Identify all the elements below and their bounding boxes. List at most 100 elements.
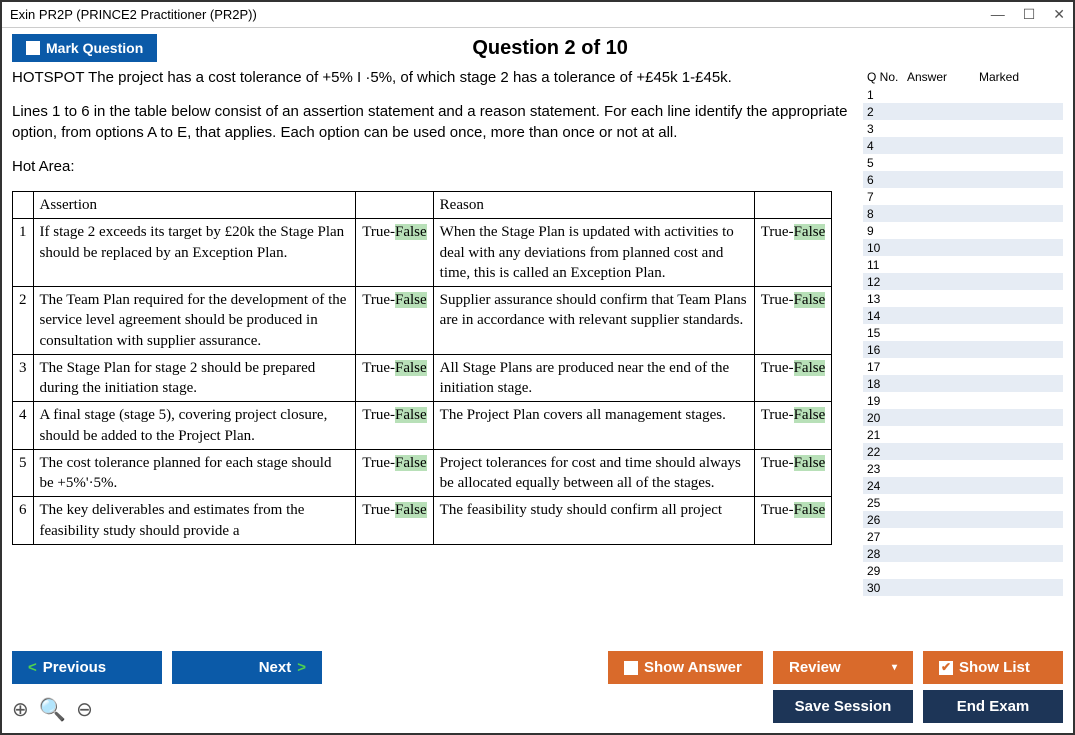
list-item[interactable]: 16 (863, 341, 1063, 358)
reason-tf[interactable]: True-False (754, 449, 831, 497)
list-item[interactable]: 5 (863, 154, 1063, 171)
chevron-left-icon: < (28, 659, 37, 676)
show-answer-button[interactable]: Show Answer (608, 651, 763, 684)
main-area: HOTSPOT The project has a cost tolerance… (12, 68, 1063, 643)
reason-tf[interactable]: True-False (754, 219, 831, 287)
mark-label: Mark Question (46, 40, 143, 56)
save-label: Save Session (795, 698, 892, 715)
list-item[interactable]: 15 (863, 324, 1063, 341)
list-item[interactable]: 19 (863, 392, 1063, 409)
list-item[interactable]: 12 (863, 273, 1063, 290)
list-item[interactable]: 29 (863, 562, 1063, 579)
reason-tf[interactable]: True-False (754, 497, 831, 545)
close-icon[interactable]: ✕ (1053, 6, 1065, 23)
list-item[interactable]: 10 (863, 239, 1063, 256)
list-item[interactable]: 17 (863, 358, 1063, 375)
list-item[interactable]: 7 (863, 188, 1063, 205)
window-controls: — ☐ ✕ (991, 6, 1065, 23)
show-list-button[interactable]: Show List (923, 651, 1063, 684)
list-qno: 5 (863, 156, 907, 170)
reason-tf[interactable]: True-False (754, 354, 831, 402)
list-item[interactable]: 28 (863, 545, 1063, 562)
list-qno: 13 (863, 292, 907, 306)
top-row: Mark Question Question 2 of 10 (12, 34, 1063, 62)
list-qno: 15 (863, 326, 907, 340)
list-qno: 14 (863, 309, 907, 323)
bottom-row-2: ⊕ 🔍 ⊖ Save Session End Exam (12, 690, 1063, 723)
list-qno: 24 (863, 479, 907, 493)
maximize-icon[interactable]: ☐ (1023, 6, 1036, 23)
list-item[interactable]: 25 (863, 494, 1063, 511)
assertion-cell: The Stage Plan for stage 2 should be pre… (33, 354, 356, 402)
mark-question-button[interactable]: Mark Question (12, 34, 157, 62)
review-button[interactable]: Review ▾ (773, 651, 913, 684)
row-num: 5 (13, 449, 34, 497)
chevron-down-icon: ▾ (892, 662, 897, 673)
list-item[interactable]: 4 (863, 137, 1063, 154)
row-num: 4 (13, 402, 34, 450)
table-row: 2The Team Plan required for the developm… (13, 287, 832, 355)
list-item[interactable]: 2 (863, 103, 1063, 120)
zoom-reset-icon[interactable]: 🔍 (39, 697, 66, 723)
save-session-button[interactable]: Save Session (773, 690, 913, 723)
show-list-label: Show List (959, 659, 1030, 676)
assertion-tf[interactable]: True-False (356, 287, 433, 355)
zoom-in-icon[interactable]: ⊕ (12, 697, 29, 722)
reason-cell: The Project Plan covers all management s… (433, 402, 754, 450)
table-row: 3The Stage Plan for stage 2 should be pr… (13, 354, 832, 402)
question-counter: Question 2 of 10 (157, 37, 943, 60)
list-item[interactable]: 20 (863, 409, 1063, 426)
next-button[interactable]: Next > (172, 651, 322, 684)
list-qno: 26 (863, 513, 907, 527)
hdr-qno: Q No. (863, 70, 907, 84)
mark-checkbox-icon (26, 41, 40, 55)
list-qno: 7 (863, 190, 907, 204)
assertion-tf[interactable]: True-False (356, 449, 433, 497)
assertion-tf[interactable]: True-False (356, 402, 433, 450)
list-item[interactable]: 11 (863, 256, 1063, 273)
list-item[interactable]: 1 (863, 86, 1063, 103)
question-para-1: HOTSPOT The project has a cost tolerance… (12, 68, 849, 88)
list-item[interactable]: 6 (863, 171, 1063, 188)
zoom-out-icon[interactable]: ⊖ (76, 697, 93, 722)
list-item[interactable]: 9 (863, 222, 1063, 239)
minimize-icon[interactable]: — (991, 6, 1005, 23)
titlebar: Exin PR2P (PRINCE2 Practitioner (PR2P)) … (2, 2, 1073, 28)
list-qno: 8 (863, 207, 907, 221)
assertion-tf[interactable]: True-False (356, 497, 433, 545)
list-qno: 30 (863, 581, 907, 595)
show-answer-checkbox-icon (624, 661, 638, 675)
question-list-pane: Q No. Answer Marked 12345678910111213141… (863, 68, 1063, 643)
list-item[interactable]: 8 (863, 205, 1063, 222)
list-item[interactable]: 24 (863, 477, 1063, 494)
assertion-tf[interactable]: True-False (356, 354, 433, 402)
previous-button[interactable]: < Previous (12, 651, 162, 684)
list-item[interactable]: 21 (863, 426, 1063, 443)
table-row: 1If stage 2 exceeds its target by £20k t… (13, 219, 832, 287)
list-qno: 18 (863, 377, 907, 391)
assertion-cell: If stage 2 exceeds its target by £20k th… (33, 219, 356, 287)
show-list-checkbox-icon (939, 661, 953, 675)
hdr-marked: Marked (979, 70, 1063, 84)
list-item[interactable]: 13 (863, 290, 1063, 307)
reason-tf[interactable]: True-False (754, 287, 831, 355)
list-item[interactable]: 26 (863, 511, 1063, 528)
list-item[interactable]: 22 (863, 443, 1063, 460)
list-item[interactable]: 27 (863, 528, 1063, 545)
end-exam-button[interactable]: End Exam (923, 690, 1063, 723)
list-item[interactable]: 30 (863, 579, 1063, 596)
list-item[interactable]: 14 (863, 307, 1063, 324)
question-list[interactable]: 1234567891011121314151617181920212223242… (863, 86, 1063, 643)
reason-tf[interactable]: True-False (754, 402, 831, 450)
list-qno: 9 (863, 224, 907, 238)
col-reason: Reason (433, 192, 754, 219)
list-qno: 16 (863, 343, 907, 357)
list-item[interactable]: 3 (863, 120, 1063, 137)
assertion-cell: A final stage (stage 5), covering projec… (33, 402, 356, 450)
list-item[interactable]: 18 (863, 375, 1063, 392)
assertion-tf[interactable]: True-False (356, 219, 433, 287)
list-qno: 2 (863, 105, 907, 119)
hdr-answer: Answer (907, 70, 979, 84)
list-item[interactable]: 23 (863, 460, 1063, 477)
question-pane[interactable]: HOTSPOT The project has a cost tolerance… (12, 68, 853, 643)
